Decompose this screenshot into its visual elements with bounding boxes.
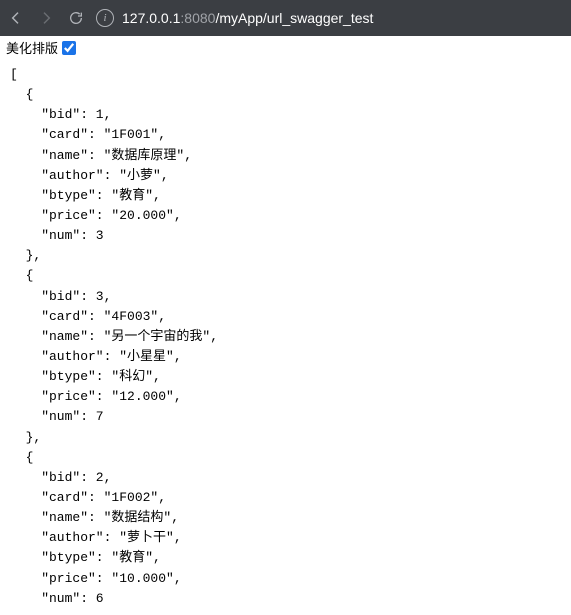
json-line: "bid": 2, [10,468,561,488]
json-line: "bid": 1, [10,105,561,125]
pretty-print-checkbox[interactable] [62,41,76,55]
json-line: "btype": "科幻", [10,367,561,387]
json-line: "btype": "教育", [10,186,561,206]
pretty-print-label: 美化排版 [6,38,58,57]
url-text: 127.0.0.1:8080/myApp/url_swagger_test [122,10,373,26]
json-line: "card": "1F001", [10,125,561,145]
forward-icon[interactable] [38,10,54,26]
json-line: "author": "小星星", [10,347,561,367]
json-line: "card": "1F002", [10,488,561,508]
json-line: "name": "另一个宇宙的我", [10,327,561,347]
json-line: }, [10,246,561,266]
json-line: "num": 3 [10,226,561,246]
json-line: "bid": 3, [10,287,561,307]
json-line: "name": "数据库原理", [10,146,561,166]
json-line: { [10,266,561,286]
json-line: "price": "10.000", [10,569,561,589]
pretty-print-bar: 美化排版 [0,36,571,59]
json-line: [ [10,65,561,85]
json-content: [{"bid": 1,"card": "1F001","name": "数据库原… [0,59,571,615]
json-line: }, [10,428,561,448]
reload-icon[interactable] [68,10,84,26]
nav-controls [8,10,84,26]
url-bar[interactable]: i 127.0.0.1:8080/myApp/url_swagger_test [96,9,563,27]
browser-toolbar: i 127.0.0.1:8080/myApp/url_swagger_test [0,0,571,36]
json-line: "author": "小萝", [10,166,561,186]
back-icon[interactable] [8,10,24,26]
url-port: :8080 [180,10,215,26]
json-line: "author": "萝卜干", [10,528,561,548]
json-line: "name": "数据结构", [10,508,561,528]
json-line: "price": "20.000", [10,206,561,226]
json-line: "num": 7 [10,407,561,427]
json-line: "card": "4F003", [10,307,561,327]
site-info-icon[interactable]: i [96,9,114,27]
url-path: /myApp/url_swagger_test [215,10,373,26]
json-line: { [10,85,561,105]
json-line: "btype": "教育", [10,548,561,568]
url-host: 127.0.0.1 [122,10,180,26]
json-line: "num": 6 [10,589,561,609]
json-line: "price": "12.000", [10,387,561,407]
json-line: { [10,448,561,468]
